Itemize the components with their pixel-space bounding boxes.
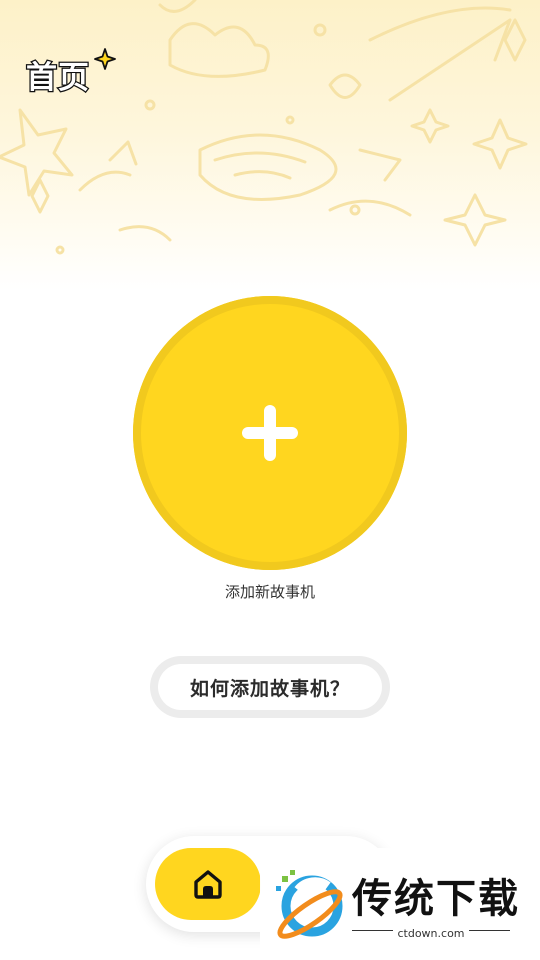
home-icon	[194, 870, 222, 899]
watermark-url: ctdown.com	[393, 927, 469, 940]
add-story-machine-label: 添加新故事机	[224, 583, 315, 601]
add-story-machine-button[interactable]	[133, 296, 407, 570]
header-background	[0, 0, 540, 290]
watermark: 传统下载 ctdown.com	[260, 848, 520, 948]
plus-icon	[242, 405, 298, 461]
watermark-logo	[276, 870, 343, 939]
doodle-pattern	[0, 0, 528, 255]
page-title: 首页	[25, 59, 91, 98]
how-to-add-button[interactable]: 如何添加故事机？	[150, 656, 390, 718]
watermark-url-wrap: ctdown.com	[352, 922, 510, 941]
sparkle-icon	[94, 48, 116, 70]
tab-home[interactable]	[155, 848, 261, 920]
watermark-brand: 传统下载	[352, 876, 520, 922]
